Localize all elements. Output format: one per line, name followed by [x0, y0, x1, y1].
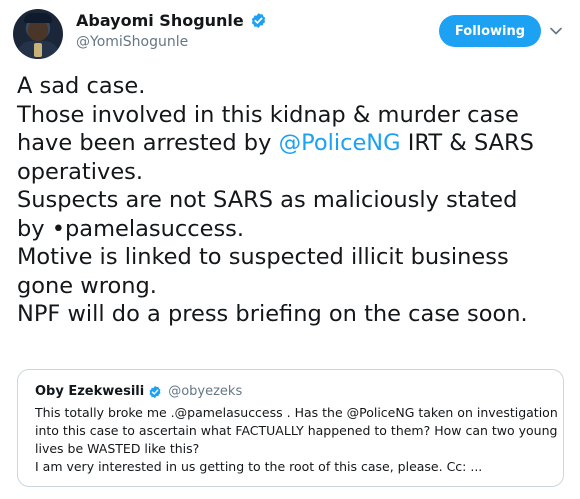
- tweet-line: Suspects are not SARS as maliciously sta…: [17, 187, 518, 213]
- tweet-text: A sad case. Those involved in this kidna…: [17, 72, 577, 329]
- quoted-tweet-line: into this case to ascertain what FACTUAL…: [35, 423, 558, 438]
- quoted-author-handle: @obyezeks: [168, 384, 243, 399]
- following-button[interactable]: Following: [439, 15, 541, 47]
- quoted-tweet-line: I am very interested in us getting to th…: [35, 459, 483, 474]
- quoted-author-name: Oby Ezekwesili: [35, 384, 145, 399]
- author-avatar[interactable]: [13, 9, 63, 59]
- quoted-tweet-card[interactable]: Oby Ezekwesili @obyezeks This totally br…: [17, 369, 564, 487]
- quoted-tweet-line: lives be WASTED like this?: [35, 441, 200, 456]
- author-name[interactable]: Abayomi Shogunle: [76, 11, 244, 30]
- quoted-tweet-line: This totally broke me .@pamelasuccess . …: [35, 405, 558, 420]
- avatar-badge: [34, 43, 42, 57]
- tweet-line: NPF will do a press briefing on the case…: [17, 301, 528, 327]
- tweet-line: by •pamelasuccess.: [17, 215, 245, 242]
- quoted-tweet-text: This totally broke me .@pamelasuccess . …: [35, 404, 558, 476]
- verified-badge-icon: [251, 13, 265, 28]
- tweet-line: Motive is linked to suspected illicit bu…: [17, 244, 509, 270]
- tweet-line: gone wrong.: [17, 272, 157, 299]
- verified-badge-icon: [149, 385, 161, 398]
- author-name-row: Abayomi Shogunle: [76, 11, 267, 30]
- tweet-line: have been arrested by @PoliceNG IRT & SA…: [17, 129, 577, 158]
- tweet-line: Those involved in this kidnap & murder c…: [17, 101, 519, 128]
- mention-link-policeng[interactable]: @PoliceNG: [279, 130, 401, 156]
- avatar-cap: [24, 13, 52, 23]
- chevron-down-icon[interactable]: [549, 24, 563, 38]
- tweet-line-part: have been arrested by: [17, 130, 279, 156]
- author-handle[interactable]: @YomiShogunle: [76, 34, 188, 50]
- tweet-line-part: IRT & SARS: [400, 130, 534, 156]
- tweet-line: operatives.: [17, 158, 144, 185]
- quoted-tweet-header: Oby Ezekwesili @obyezeks: [35, 384, 242, 399]
- tweet-line: A sad case.: [17, 73, 146, 99]
